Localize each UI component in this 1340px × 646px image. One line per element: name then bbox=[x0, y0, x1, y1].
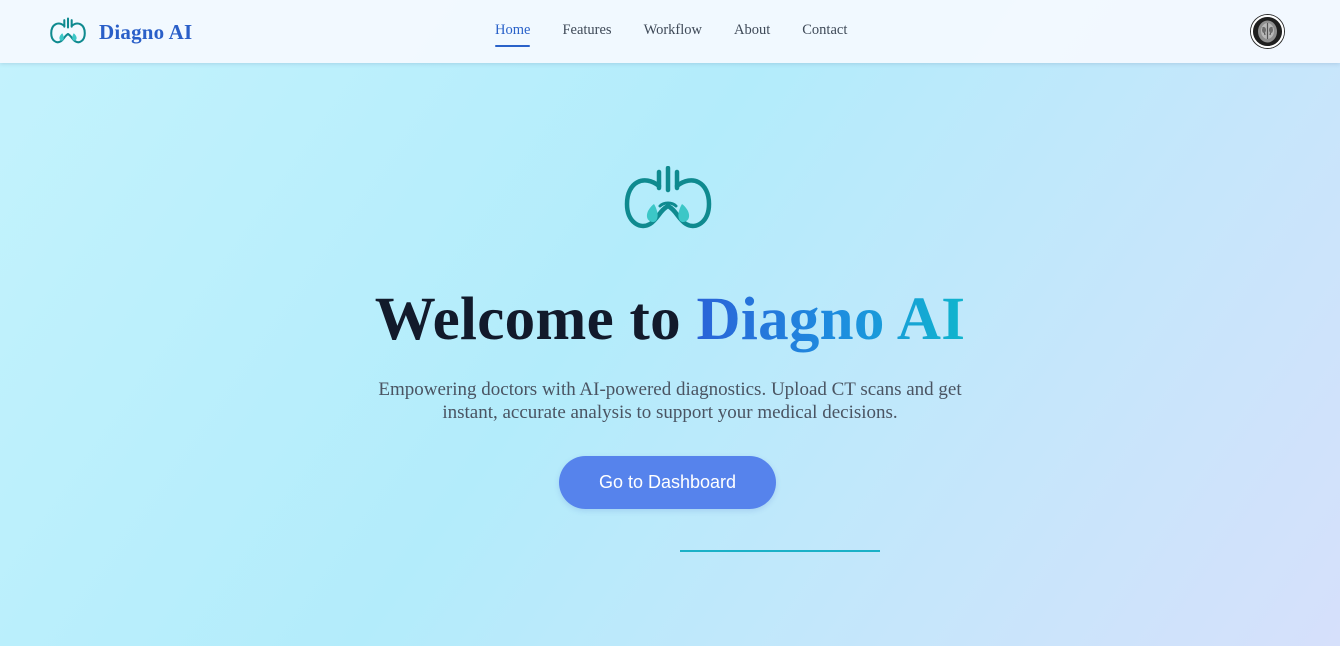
go-to-dashboard-button[interactable]: Go to Dashboard bbox=[559, 456, 776, 509]
hero-title-accent: Diagno AI bbox=[696, 286, 966, 353]
nav-link-workflow[interactable]: Workflow bbox=[644, 22, 702, 47]
hero-title-prefix: Welcome to bbox=[374, 286, 681, 353]
decorative-divider bbox=[680, 550, 880, 552]
lungs-icon bbox=[50, 16, 86, 48]
top-navbar: Diagno AI Home Features Workflow About C… bbox=[0, 0, 1340, 63]
nav-link-features[interactable]: Features bbox=[562, 22, 611, 47]
hero-title: Welcome to Diagno AI bbox=[0, 282, 1340, 358]
brand[interactable]: Diagno AI bbox=[50, 15, 192, 49]
brand-name: Diagno AI bbox=[99, 19, 193, 44]
user-avatar[interactable] bbox=[1251, 15, 1284, 48]
main-nav: Home Features Workflow About Contact bbox=[495, 22, 847, 47]
hero-subtitle: Empowering doctors with AI-powered diagn… bbox=[378, 379, 962, 423]
nav-link-about[interactable]: About bbox=[734, 22, 770, 47]
nav-link-contact[interactable]: Contact bbox=[802, 22, 847, 47]
nav-link-home[interactable]: Home bbox=[495, 22, 531, 47]
lungs-icon bbox=[624, 165, 712, 236]
